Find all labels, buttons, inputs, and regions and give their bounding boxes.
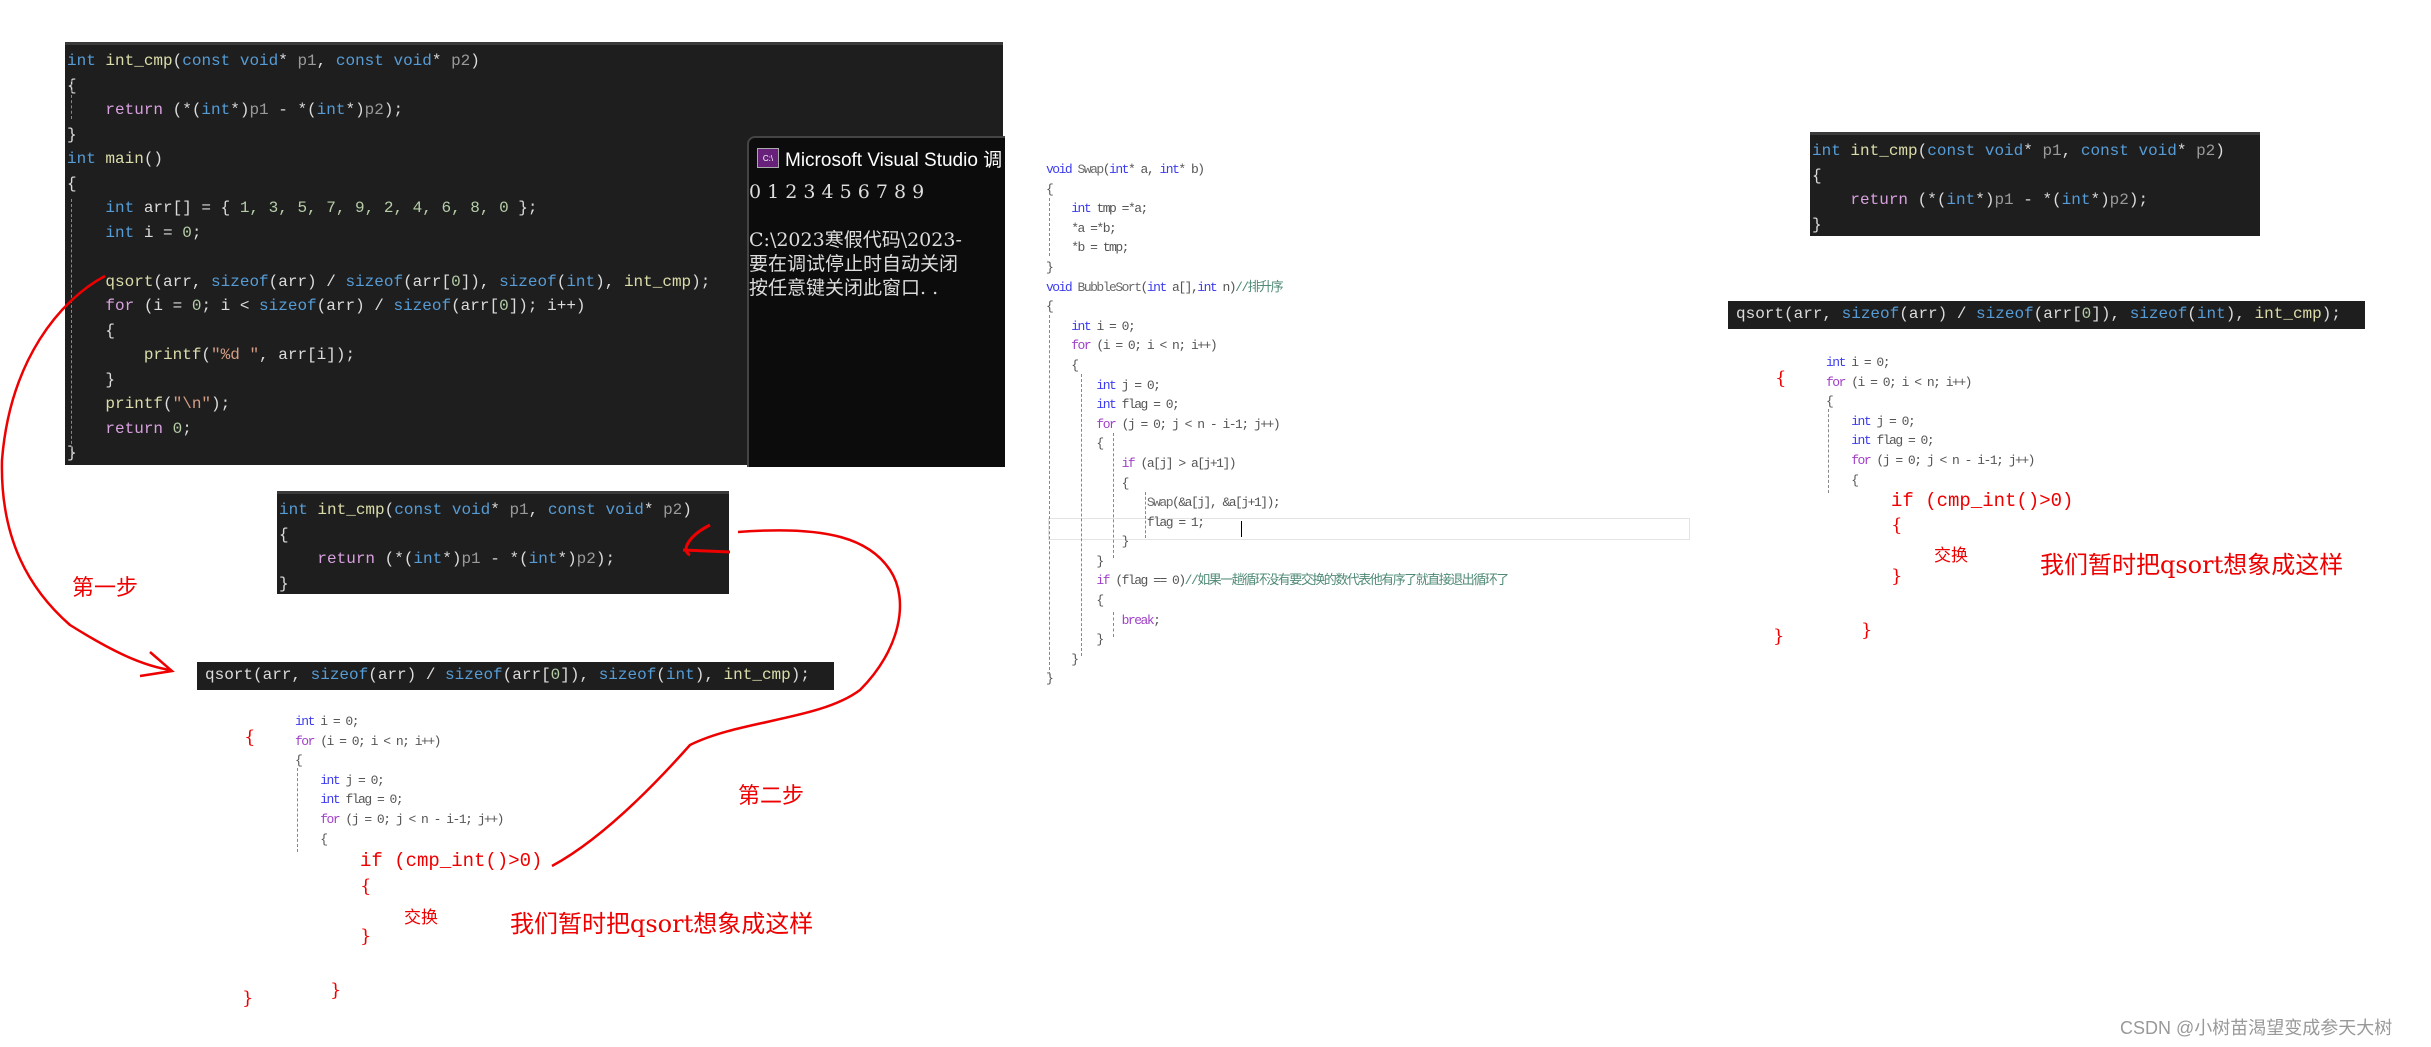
watermark: CSDN @小树苗渴望变成参天大树 bbox=[2120, 1018, 2393, 1038]
step1-arrow bbox=[0, 274, 171, 672]
annotation-arrows bbox=[0, 274, 902, 868]
step2-arrowhead bbox=[682, 523, 731, 557]
step2-arrow bbox=[551, 529, 902, 868]
